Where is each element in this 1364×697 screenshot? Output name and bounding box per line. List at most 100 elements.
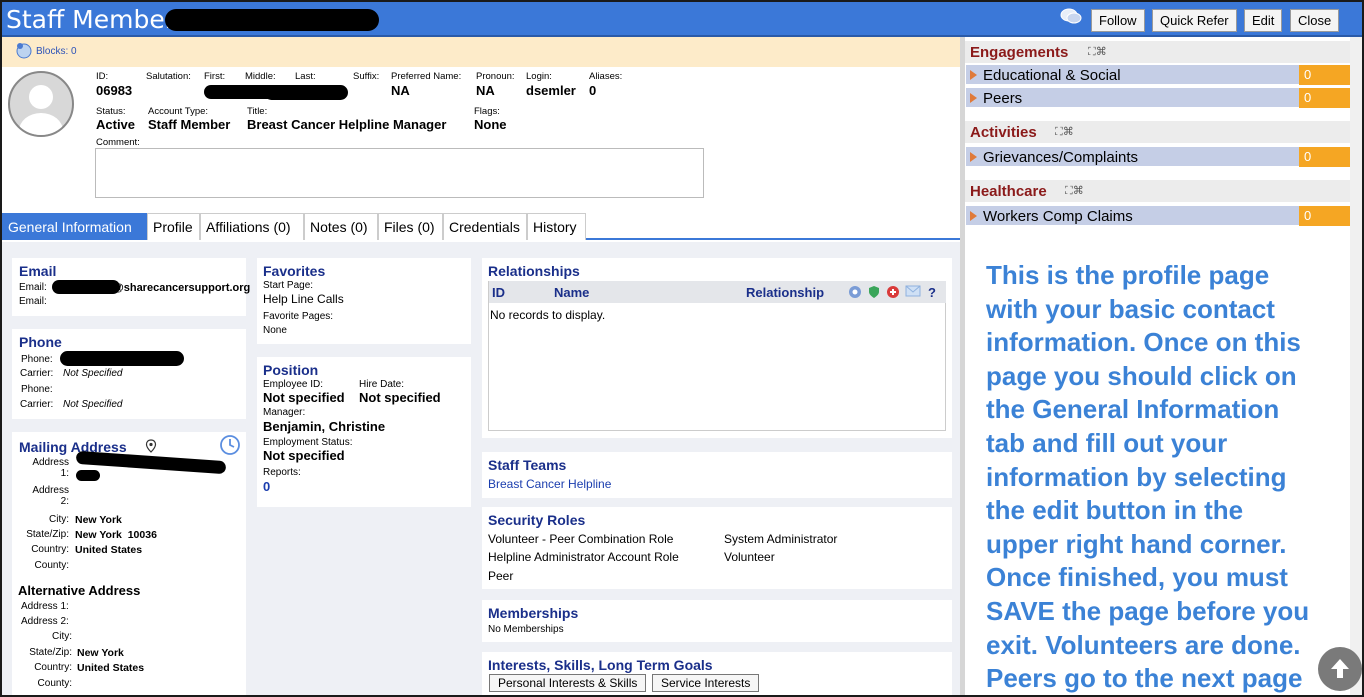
- expand-collapse-icon[interactable]: ⛶⌘: [1088, 45, 1107, 59]
- relationships-empty: No records to display.: [490, 308, 606, 322]
- healthcare-row-workers-comp[interactable]: Workers Comp Claims 0: [966, 206, 1352, 226]
- email-label-2: Email:: [19, 296, 47, 307]
- engagements-pane: Engagements ⛶⌘ Educational & Social 0 Pe…: [965, 37, 1362, 695]
- blocks-link[interactable]: Blocks: 0: [36, 46, 77, 57]
- carrier-label-1: Carrier:: [20, 368, 54, 379]
- account-type-label: Account Type:: [148, 106, 209, 117]
- add-icon[interactable]: [886, 285, 900, 299]
- redacted-email: [52, 280, 120, 294]
- comment-field[interactable]: [95, 148, 704, 198]
- col-relationship[interactable]: Relationship: [746, 285, 824, 300]
- title-value: Breast Cancer Helpline Manager: [247, 117, 447, 132]
- aliases-label: Aliases:: [589, 71, 623, 82]
- col-id[interactable]: ID: [492, 285, 505, 300]
- blocks-icon[interactable]: [14, 41, 34, 59]
- help-icon[interactable]: ?: [928, 285, 936, 300]
- salutation-label: Salutation:: [146, 71, 191, 82]
- relationships-heading: Relationships: [488, 263, 580, 279]
- general-info-content: Email Email: @sharecancersupport.org Ema…: [2, 242, 962, 695]
- expand-arrow-icon[interactable]: [970, 93, 977, 103]
- comment-label: Comment:: [96, 137, 140, 148]
- hire-date-value: Not specified: [359, 390, 441, 405]
- status-value: Active: [96, 117, 136, 132]
- settings-icon[interactable]: [848, 285, 862, 299]
- follow-button[interactable]: Follow: [1091, 9, 1145, 32]
- count-badge: 0: [1299, 88, 1352, 108]
- instruction-note: This is the profile page with your basic…: [986, 260, 1310, 694]
- staff-team-link[interactable]: Breast Cancer Helpline: [488, 477, 611, 491]
- address-card: Mailing Address Address 1: Address 2: Ci…: [12, 432, 246, 695]
- email-icon[interactable]: [905, 285, 921, 297]
- start-page-value[interactable]: Help Line Calls: [263, 292, 344, 306]
- memberships-card: Memberships No Memberships: [482, 600, 952, 642]
- history-clock-icon[interactable]: [219, 434, 241, 456]
- activity-name: Grievances/Complaints: [983, 149, 1139, 166]
- tab-files[interactable]: Files (0): [378, 213, 443, 240]
- quick-refer-button[interactable]: Quick Refer: [1152, 9, 1237, 32]
- login-value: dsemler: [526, 83, 576, 98]
- manager-value[interactable]: Benjamin, Christine: [263, 419, 385, 434]
- tab-notes[interactable]: Notes (0): [304, 213, 378, 240]
- employee-id-label: Employee ID:: [263, 379, 324, 390]
- preferred-value: NA: [391, 83, 410, 98]
- phone-card: Phone Phone: Carrier: Not Specified Phon…: [12, 329, 246, 419]
- expand-collapse-icon[interactable]: ⛶⌘: [1065, 184, 1084, 198]
- position-card: Position Employee ID: Not specified Hire…: [257, 357, 471, 507]
- memberships-text: No Memberships: [488, 624, 564, 635]
- tab-general-information[interactable]: General Information: [2, 213, 147, 240]
- engagement-row-educational[interactable]: Educational & Social 0: [966, 65, 1352, 85]
- count-badge: 0: [1299, 206, 1352, 226]
- alt-county-label: County:: [37, 678, 72, 689]
- engagement-name: Educational & Social: [983, 67, 1121, 84]
- activity-row-grievances[interactable]: Grievances/Complaints 0: [966, 147, 1352, 167]
- phone-label-2: Phone:: [21, 384, 53, 395]
- alt-country-value: United States: [77, 662, 145, 674]
- scrollbar[interactable]: [1350, 37, 1362, 695]
- title-bar: Staff Member: Follow Quick Refer Edit Cl…: [2, 2, 1362, 37]
- col-name[interactable]: Name: [554, 285, 589, 300]
- engagements-header: Engagements ⛶⌘: [965, 41, 1352, 63]
- chat-icon[interactable]: [1060, 8, 1082, 26]
- favorite-pages-value: None: [263, 325, 287, 336]
- alt-state-zip-value: New York: [77, 647, 124, 659]
- tab-credentials[interactable]: Credentials: [443, 213, 527, 240]
- expand-arrow-icon[interactable]: [970, 70, 977, 80]
- window-title: Staff Member:: [6, 5, 183, 34]
- engagement-row-peers[interactable]: Peers 0: [966, 88, 1352, 108]
- alt-country-label: Country:: [34, 662, 72, 673]
- service-interests-button[interactable]: Service Interests: [652, 674, 760, 692]
- middle-label: Middle:: [245, 71, 276, 82]
- last-label: Last:: [295, 71, 316, 82]
- carrier-value-2: Not Specified: [63, 399, 123, 410]
- tab-profile[interactable]: Profile: [147, 213, 200, 240]
- staff-teams-heading: Staff Teams: [488, 457, 567, 473]
- tab-history[interactable]: History: [527, 213, 586, 240]
- flags-value: None: [474, 117, 507, 132]
- close-button[interactable]: Close: [1290, 9, 1340, 32]
- pronoun-label: Pronoun:: [476, 71, 515, 82]
- shield-icon[interactable]: [867, 285, 881, 299]
- scroll-to-top-button[interactable]: [1318, 647, 1362, 691]
- map-pin-icon[interactable]: [145, 439, 157, 453]
- reports-value[interactable]: 0: [263, 479, 270, 494]
- phone-label-1: Phone:: [21, 354, 53, 365]
- edit-button[interactable]: Edit: [1244, 9, 1283, 32]
- redacted-phone: [60, 351, 184, 366]
- state-zip-label: State/Zip:: [26, 529, 69, 540]
- alt-address-heading: Alternative Address: [18, 583, 141, 598]
- security-role: Volunteer: [724, 550, 775, 564]
- alt-city-label: City:: [52, 631, 72, 642]
- expand-arrow-icon[interactable]: [970, 152, 977, 162]
- tab-affiliations[interactable]: Affiliations (0): [200, 213, 304, 240]
- alt-address2-label: Address 2:: [21, 616, 69, 627]
- aliases-value: 0: [589, 83, 597, 98]
- security-roles-card: Security Roles Volunteer - Peer Combinat…: [482, 507, 952, 589]
- country-label: Country:: [31, 544, 69, 555]
- phone-heading: Phone: [19, 334, 62, 350]
- alt-state-zip-label: State/Zip:: [29, 647, 72, 658]
- expand-arrow-icon[interactable]: [970, 211, 977, 221]
- email-value-1[interactable]: @sharecancersupport.org: [113, 282, 250, 294]
- personal-interests-button[interactable]: Personal Interests & Skills: [489, 674, 647, 692]
- expand-collapse-icon[interactable]: ⛶⌘: [1055, 125, 1074, 139]
- title-label: Title:: [247, 106, 268, 117]
